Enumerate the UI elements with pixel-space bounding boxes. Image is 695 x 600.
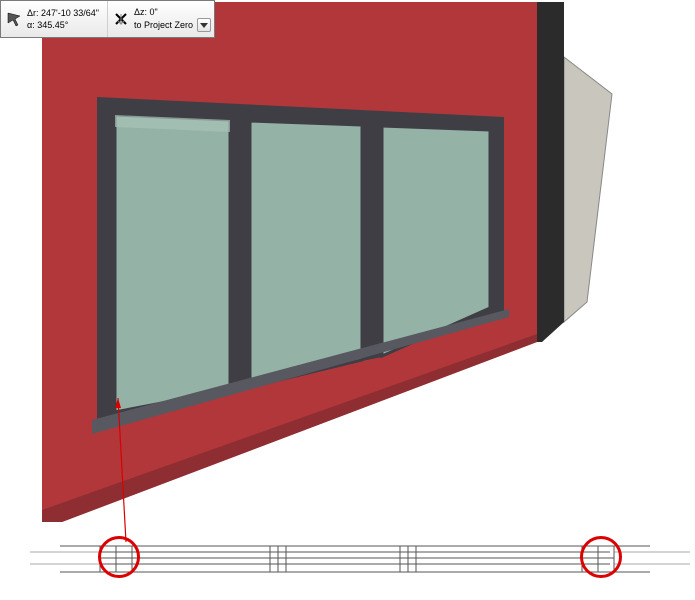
alpha-value: 345.45°	[37, 20, 68, 30]
elevation-readout-text: Δz: 0" to Project Zero	[134, 6, 211, 32]
reference-label: to Project Zero	[134, 19, 193, 31]
slab-edge	[564, 57, 612, 322]
mullion-2	[362, 124, 382, 361]
reference-dropdown-icon[interactable]	[197, 18, 211, 32]
delta-r-label: Δr:	[27, 8, 39, 18]
annotation-circle-left	[98, 536, 140, 578]
annotation-circle-right	[580, 536, 622, 578]
mullion-1	[230, 119, 250, 392]
polar-readout-text: Δr: 247'-10 33/64" α: 345.45°	[27, 7, 99, 31]
coordinate-readout-bar: Δr: 247'-10 33/64" α: 345.45° Δz: 0"	[0, 0, 215, 38]
elevation-readout-block[interactable]: Δz: 0" to Project Zero	[107, 1, 214, 37]
cursor-mode-icon[interactable]	[5, 10, 23, 28]
polar-readout-block[interactable]: Δr: 247'-10 33/64" α: 345.45°	[1, 1, 107, 37]
gravity-icon[interactable]	[112, 10, 130, 28]
end-wall	[537, 2, 564, 342]
viewport[interactable]: Δr: 247'-10 33/64" α: 345.45° Δz: 0"	[0, 0, 695, 600]
delta-z-value: 0"	[150, 7, 158, 17]
perspective-view[interactable]	[2, 2, 692, 542]
delta-z-label: Δz:	[134, 7, 147, 17]
alpha-label: α:	[27, 20, 35, 30]
window-pane-2	[250, 121, 362, 387]
delta-r-value: 247'-10 33/64"	[41, 8, 99, 18]
window-pane-1	[115, 115, 230, 412]
